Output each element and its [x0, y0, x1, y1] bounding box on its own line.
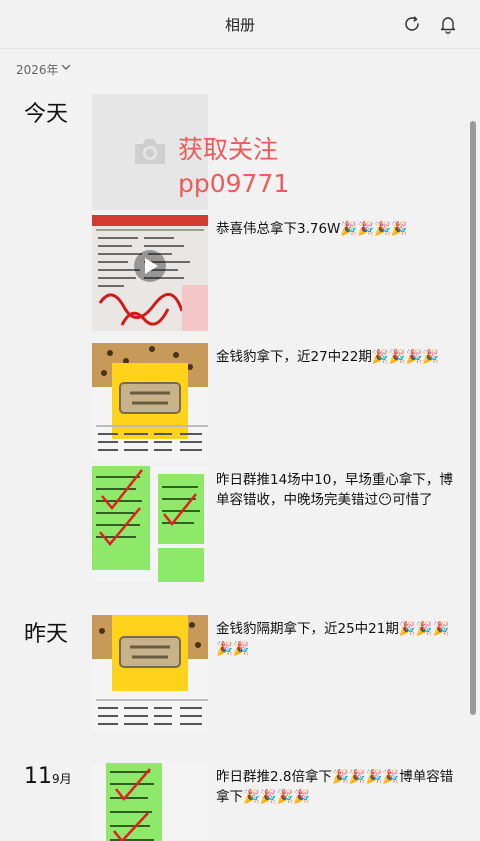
leopard-thumbnail[interactable] [92, 343, 208, 459]
chevron-down-icon[interactable] [60, 61, 72, 73]
day-label-today: 今天 [24, 102, 69, 127]
album-feed[interactable]: 今天 获取关注 pp09771 恭喜伟总拿下3.76W🎉🎉🎉🎉 金钱豹拿下，近2… [0, 86, 480, 841]
green-thumbnail[interactable] [92, 763, 208, 841]
scrollbar-thumb[interactable] [470, 121, 476, 715]
year-label[interactable]: 2026年 [16, 61, 59, 78]
post-item[interactable]: 昨日群推2.8倍拿下🎉🎉🎉🎉博单容错拿下🎉🎉🎉🎉 [0, 763, 480, 841]
post-caption: 金钱豹拿下，近27中22期🎉🎉🎉🎉 [216, 349, 440, 365]
watermark-line-2: pp09771 [178, 169, 290, 198]
post-caption: 金钱豹隔期拿下，近25中21期🎉🎉🎉🎉🎉 [216, 621, 450, 657]
refresh-icon[interactable] [401, 13, 423, 35]
year-filter[interactable]: 2026年 [0, 50, 480, 85]
post-item[interactable]: 金钱豹隔期拿下，近25中21期🎉🎉🎉🎉🎉 [0, 615, 480, 733]
post-item[interactable]: 金钱豹拿下，近27中22期🎉🎉🎉🎉 [0, 343, 480, 461]
post-caption: 昨日群推2.8倍拿下🎉🎉🎉🎉博单容错拿下🎉🎉🎉🎉 [216, 769, 454, 805]
post-caption: 昨日群推14场中10，早场重心拿下，博单容错收，中晚场完美错过😶可惜了 [216, 472, 453, 508]
video-thumbnail[interactable] [92, 215, 208, 331]
bell-icon[interactable] [437, 13, 459, 35]
top-bar: 相册 [0, 0, 480, 49]
green-thumbnail[interactable] [92, 466, 208, 582]
leopard-thumbnail[interactable] [92, 615, 208, 731]
scrollbar[interactable] [469, 121, 477, 841]
post-caption: 恭喜伟总拿下3.76W🎉🎉🎉🎉 [216, 221, 408, 237]
camera-icon [135, 139, 165, 164]
post-item[interactable]: 昨日群推14场中10，早场重心拿下，博单容错收，中晚场完美错过😶可惜了 [0, 466, 480, 584]
post-item[interactable]: 恭喜伟总拿下3.76W🎉🎉🎉🎉 [0, 215, 480, 333]
watermark-line-1: 获取关注 [178, 135, 279, 164]
